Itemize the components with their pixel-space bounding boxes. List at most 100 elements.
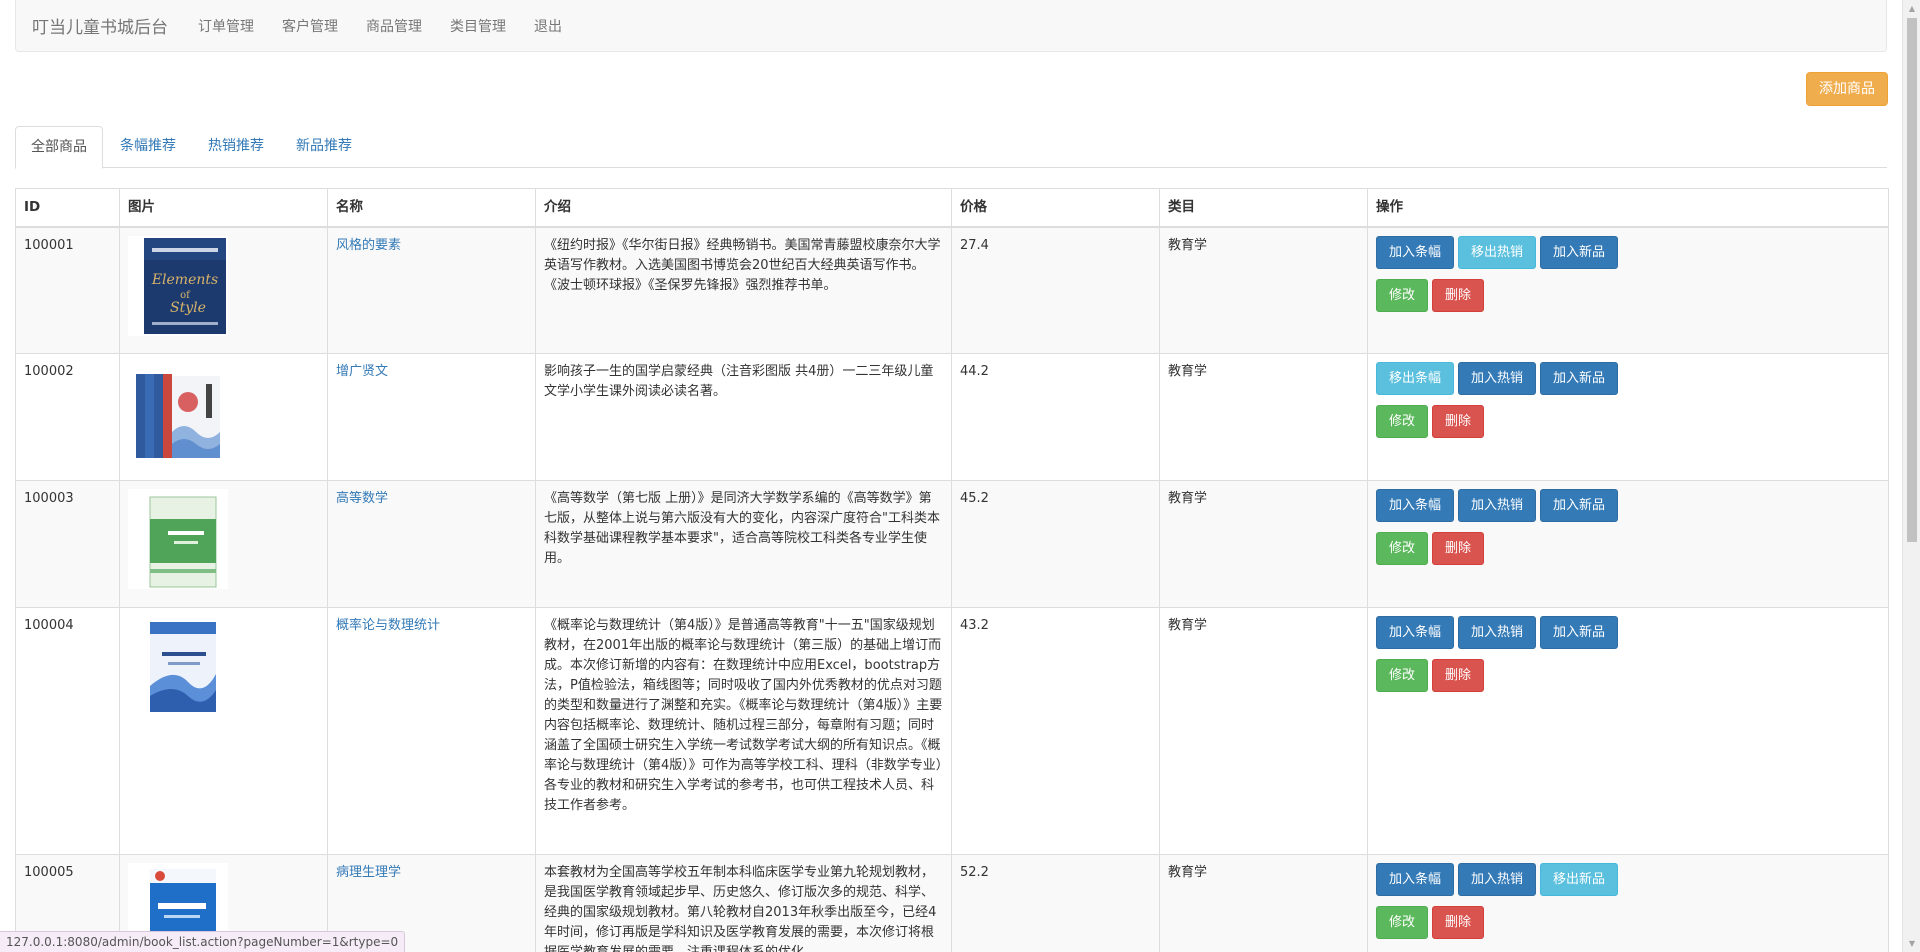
remove-banner-button[interactable]: 移出条幅 <box>1376 362 1455 395</box>
add-new-button[interactable]: 加入新品 <box>1540 235 1619 269</box>
cell-price: 45.2 <box>951 480 1160 608</box>
add-new-button[interactable]: 加入新品 <box>1540 616 1619 649</box>
add-banner-button[interactable]: 加入条幅 <box>1376 235 1455 269</box>
book-cover-zengguang-xianwen-icon[interactable] <box>128 362 228 462</box>
cell-image <box>119 607 328 855</box>
add-hot-button[interactable]: 加入热销 <box>1458 362 1537 395</box>
edit-button[interactable]: 修改 <box>1376 405 1429 438</box>
cell-category: 教育学 <box>1159 854 1368 952</box>
header-image: 图片 <box>119 188 328 228</box>
cell-desc: 《纽约时报》《华尔街日报》经典畅销书。美国常青藤盟校康奈尔大学英语写作教材。入选… <box>535 226 952 354</box>
add-banner-button[interactable]: 加入条幅 <box>1376 489 1455 522</box>
add-new-button[interactable]: 加入新品 <box>1540 362 1619 395</box>
cell-image: Elements of Style <box>119 226 328 354</box>
cell-name: 风格的要素 <box>327 226 536 354</box>
remove-new-button[interactable]: 移出新品 <box>1540 863 1619 896</box>
nav-categories[interactable]: 类目管理 <box>436 16 520 36</box>
add-product-button[interactable]: 添加商品 <box>1806 72 1888 106</box>
add-hot-button[interactable]: 加入热销 <box>1458 489 1537 522</box>
scroll-up-arrow-icon[interactable]: ▲ <box>1903 0 1920 17</box>
cell-category: 教育学 <box>1159 226 1368 354</box>
page: 叮当儿童书城后台 订单管理 客户管理 商品管理 类目管理 退出 添加商品 全部商… <box>0 0 1902 952</box>
nav-products[interactable]: 商品管理 <box>352 16 436 36</box>
cell-desc: 《高等数学（第七版 上册）》是同济大学数学系编的《高等数学》第七版，从整体上说与… <box>535 480 952 608</box>
book-name-link[interactable]: 风格的要素 <box>336 238 401 253</box>
cell-price: 43.2 <box>951 607 1160 855</box>
cell-image <box>119 480 328 608</box>
cell-actions: 加入条幅 加入热销 移出新品 修改 删除 <box>1367 854 1889 952</box>
cell-name: 高等数学 <box>327 480 536 608</box>
header-desc: 介绍 <box>535 188 952 228</box>
add-hot-button[interactable]: 加入热销 <box>1458 863 1537 896</box>
edit-button[interactable]: 修改 <box>1376 906 1429 939</box>
cell-category: 教育学 <box>1159 353 1368 481</box>
cell-id: 100003 <box>15 480 120 608</box>
cell-name: 增广贤文 <box>327 353 536 481</box>
cell-id: 100002 <box>15 353 120 481</box>
edit-button[interactable]: 修改 <box>1376 532 1429 565</box>
header-id: ID <box>15 188 120 228</box>
cell-desc: 《概率论与数理统计（第4版）》是普通高等教育"十一五"国家级规划教材，在2001… <box>535 607 952 855</box>
add-banner-button[interactable]: 加入条幅 <box>1376 616 1455 649</box>
vertical-scrollbar[interactable]: ▲ ▼ <box>1902 0 1920 952</box>
book-cover-advanced-math-icon[interactable] <box>128 489 228 589</box>
svg-text:Style: Style <box>170 300 206 316</box>
table-row: 100004 概率论与数理统计 《概率论与数理统计（第4版）》是普通高等教育"十… <box>15 607 1889 855</box>
nav-orders[interactable]: 订单管理 <box>184 16 268 36</box>
tab-hot-recommend[interactable]: 热销推荐 <box>193 126 279 168</box>
cell-price: 52.2 <box>951 854 1160 952</box>
remove-hot-button[interactable]: 移出热销 <box>1458 235 1537 269</box>
add-hot-button[interactable]: 加入热销 <box>1458 616 1537 649</box>
table-header-row: ID 图片 名称 介绍 价格 类目 操作 <box>15 188 1889 228</box>
cell-name: 概率论与数理统计 <box>327 607 536 855</box>
add-banner-button[interactable]: 加入条幅 <box>1376 863 1455 896</box>
header-price: 价格 <box>951 188 1160 228</box>
cell-price: 44.2 <box>951 353 1160 481</box>
cell-category: 教育学 <box>1159 607 1368 855</box>
cell-category: 教育学 <box>1159 480 1368 608</box>
header-actions: 操作 <box>1367 188 1889 228</box>
cell-desc: 本套教材为全国高等学校五年制本科临床医学专业第九轮规划教材，是我国医学教育领域起… <box>535 854 952 952</box>
cell-actions: 加入条幅 加入热销 加入新品 修改 删除 <box>1367 607 1889 855</box>
book-cover-probability-icon[interactable] <box>128 616 228 716</box>
product-tabs: 全部商品 条幅推荐 热销推荐 新品推荐 <box>15 126 1887 169</box>
tab-banner-recommend[interactable]: 条幅推荐 <box>105 126 191 168</box>
delete-button[interactable]: 删除 <box>1432 659 1485 692</box>
cell-actions: 加入条幅 移出热销 加入新品 修改 删除 <box>1367 226 1889 354</box>
delete-button[interactable]: 删除 <box>1432 532 1485 565</box>
scroll-thumb[interactable] <box>1907 18 1917 542</box>
cell-actions: 加入条幅 加入热销 加入新品 修改 删除 <box>1367 480 1889 608</box>
tab-new-recommend[interactable]: 新品推荐 <box>281 126 367 168</box>
book-name-link[interactable]: 病理生理学 <box>336 865 401 880</box>
edit-button[interactable]: 修改 <box>1376 659 1429 692</box>
table-row: 100003 高等数学 《高等数学（第七版 上册）》是同济大学数学系编的《高等数… <box>15 480 1889 608</box>
edit-button[interactable]: 修改 <box>1376 278 1429 312</box>
add-new-button[interactable]: 加入新品 <box>1540 489 1619 522</box>
cell-actions: 移出条幅 加入热销 加入新品 修改 删除 <box>1367 353 1889 481</box>
delete-button[interactable]: 删除 <box>1432 405 1485 438</box>
status-url-bar: 127.0.0.1:8080/admin/book_list.action?pa… <box>0 931 406 952</box>
table-row: 100002 增广贤文 影响孩子一生的国学启蒙经典（注音彩图版 共4册）一二三年… <box>15 353 1889 481</box>
brand-title[interactable]: 叮当儿童书城后台 <box>16 13 168 38</box>
nav-logout[interactable]: 退出 <box>520 16 576 36</box>
cell-id: 100004 <box>15 607 120 855</box>
table-row: 100001 Elements of Style 风格的要素 《纽约时报》《华尔… <box>15 226 1889 354</box>
cell-id: 100001 <box>15 226 120 354</box>
book-name-link[interactable]: 概率论与数理统计 <box>336 618 440 633</box>
nav-customers[interactable]: 客户管理 <box>268 16 352 36</box>
tab-all-products[interactable]: 全部商品 <box>15 126 103 169</box>
scroll-down-arrow-icon[interactable]: ▼ <box>1903 935 1920 952</box>
header-name: 名称 <box>327 188 536 228</box>
book-name-link[interactable]: 增广贤文 <box>336 364 388 379</box>
book-cover-elements-of-style-icon[interactable]: Elements of Style <box>128 235 228 336</box>
top-navbar: 叮当儿童书城后台 订单管理 客户管理 商品管理 类目管理 退出 <box>15 0 1887 52</box>
cell-price: 27.4 <box>951 226 1160 354</box>
cell-desc: 影响孩子一生的国学启蒙经典（注音彩图版 共4册）一二三年级儿童文学小学生课外阅读… <box>535 353 952 481</box>
delete-button[interactable]: 删除 <box>1432 278 1485 312</box>
cell-image <box>119 353 328 481</box>
svg-text:Elements: Elements <box>151 272 218 288</box>
product-table: ID 图片 名称 介绍 价格 类目 操作 100001 Elements of … <box>15 188 1889 952</box>
delete-button[interactable]: 删除 <box>1432 906 1485 939</box>
header-category: 类目 <box>1159 188 1368 228</box>
book-name-link[interactable]: 高等数学 <box>336 491 388 506</box>
